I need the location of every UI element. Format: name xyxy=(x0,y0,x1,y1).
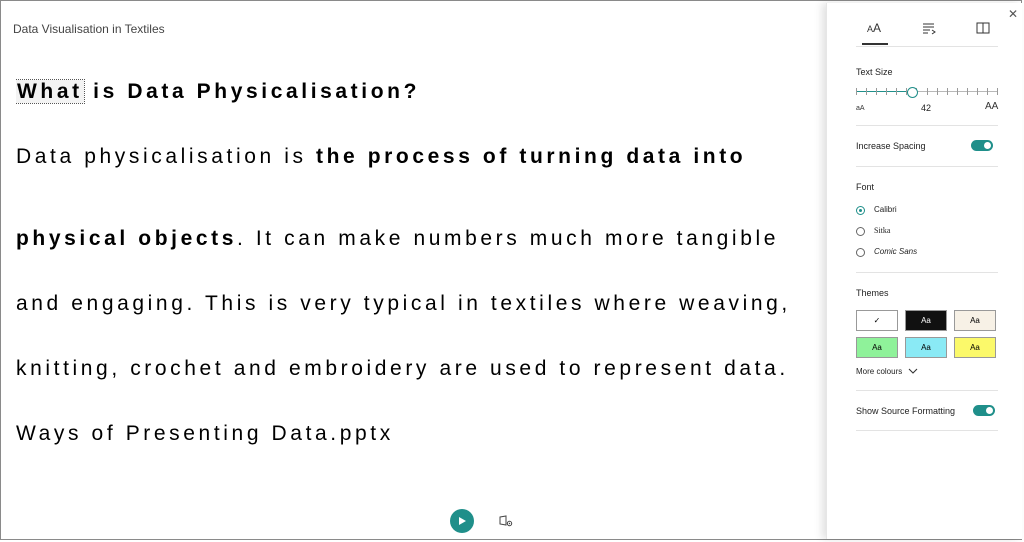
content-heading: What is Data Physicalisation? xyxy=(16,76,824,108)
text-size-value: 42 xyxy=(921,103,932,113)
paragraph-line-3: and engaging. This is very typical in te… xyxy=(16,292,791,315)
divider xyxy=(856,125,998,126)
voice-settings-button[interactable] xyxy=(498,513,514,529)
line-1-plain: Data physicalisation is xyxy=(16,145,316,168)
text-size-icon: A A xyxy=(867,21,881,35)
tab-text-preferences[interactable]: A A xyxy=(862,21,888,45)
more-colours-button[interactable]: More colours xyxy=(856,367,918,376)
theme-swatch-label: Aa xyxy=(872,343,882,352)
heading-highlighted-word[interactable]: What xyxy=(16,79,85,104)
theme-swatch[interactable]: Aa xyxy=(954,310,996,331)
divider xyxy=(856,166,998,167)
show-source-formatting-toggle[interactable] xyxy=(973,405,995,416)
font-option-label: Calibri xyxy=(874,205,897,214)
increase-spacing-label: Increase Spacing xyxy=(856,141,926,151)
heading-rest: is Data Physicalisation? xyxy=(83,80,420,103)
tab-grammar-options[interactable] xyxy=(916,21,942,45)
theme-swatch[interactable]: Aa xyxy=(856,337,898,358)
radio-selected xyxy=(856,206,865,215)
paragraph-line-1: Data physicalisation is the process of t… xyxy=(16,141,824,173)
voice-settings-icon xyxy=(499,515,513,527)
text-size-label: Text Size xyxy=(856,67,893,77)
more-colours-label: More colours xyxy=(856,367,903,376)
slider-tick xyxy=(937,88,938,95)
slider-tick xyxy=(896,88,897,95)
theme-swatch-label: Aa xyxy=(921,316,931,325)
divider xyxy=(856,272,998,273)
reader-content: What is Data Physicalisation? Data physi… xyxy=(16,76,824,466)
play-icon xyxy=(459,517,466,525)
slider-tick xyxy=(947,88,948,95)
slider-tick xyxy=(967,88,968,95)
close-icon[interactable]: ✕ xyxy=(1008,7,1018,21)
grammar-icon xyxy=(923,23,936,35)
checkmark-icon: ✓ xyxy=(873,316,881,325)
document-title: Data Visualisation in Textiles xyxy=(13,22,165,36)
toggle-knob xyxy=(984,142,991,149)
large-text-icon: AA xyxy=(985,101,999,112)
play-button[interactable] xyxy=(450,509,474,533)
increase-spacing-toggle[interactable] xyxy=(971,140,993,151)
theme-swatch[interactable]: Aa xyxy=(905,310,947,331)
svg-text:A: A xyxy=(873,21,881,35)
theme-swatch-label: Aa xyxy=(921,343,931,352)
tab-reading-preferences[interactable] xyxy=(970,21,996,45)
paragraph-line-4: knitting, crochet and embroidery are use… xyxy=(16,357,789,380)
theme-swatch[interactable]: Aa xyxy=(954,337,996,358)
chevron-down-icon xyxy=(909,369,918,375)
slider-thumb[interactable] xyxy=(907,87,918,98)
theme-swatch[interactable]: Aa xyxy=(905,337,947,358)
slider-tick xyxy=(977,88,978,95)
themes-label: Themes xyxy=(856,288,889,298)
book-icon xyxy=(976,22,990,34)
slider-tick xyxy=(856,88,857,95)
immersive-reader-panel: ✕ A A Text Size aA 42 AA Increase Spacin… xyxy=(826,3,1022,539)
slider-tick xyxy=(927,88,928,95)
divider xyxy=(856,430,998,431)
radio xyxy=(856,248,865,257)
slider-tick xyxy=(987,88,988,95)
divider xyxy=(856,390,998,391)
playback-controls xyxy=(450,509,520,535)
slider-tick xyxy=(997,88,998,95)
theme-swatch-label: Aa xyxy=(970,343,980,352)
theme-swatch-label: Aa xyxy=(970,316,980,325)
theme-swatch-selected[interactable]: ✓ xyxy=(856,310,898,331)
radio xyxy=(856,227,865,236)
slider-fill xyxy=(856,91,912,92)
line-2-bold: physical objects xyxy=(16,227,237,250)
line-1-bold: the process of turning data into xyxy=(316,145,747,168)
paragraph-line-2: physical objects. It can make numbers mu… xyxy=(16,206,824,271)
slider-tick xyxy=(876,88,877,95)
show-source-formatting-label: Show Source Formatting xyxy=(856,406,956,416)
slider-tick xyxy=(866,88,867,95)
slider-tick xyxy=(886,88,887,95)
panel-tabs: A A xyxy=(862,21,992,45)
font-option-label: Sitka xyxy=(874,226,891,235)
text-size-slider[interactable] xyxy=(856,87,998,98)
font-option-label: Comic Sans xyxy=(874,247,918,256)
slider-tick xyxy=(957,88,958,95)
tabs-divider xyxy=(856,46,998,47)
attachment-link[interactable]: Ways of Presenting Data.pptx xyxy=(16,401,824,466)
line-2-plain: . It can make numbers much more tangible xyxy=(237,227,780,250)
toggle-knob xyxy=(986,407,993,414)
small-text-icon: aA xyxy=(856,105,865,112)
font-label: Font xyxy=(856,182,875,192)
